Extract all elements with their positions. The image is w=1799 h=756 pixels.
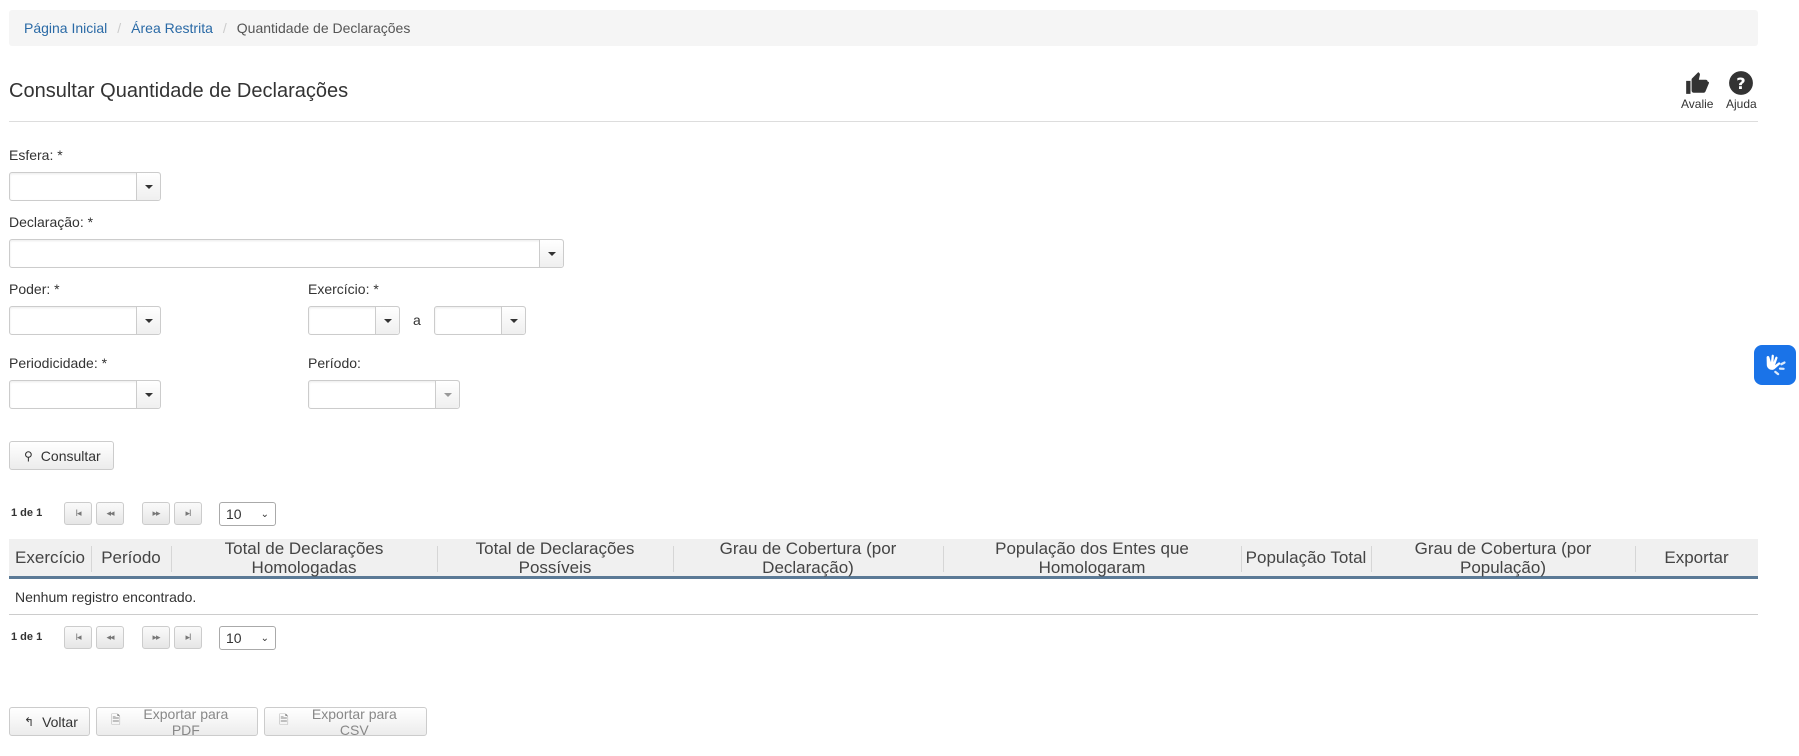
exercicio-range-separator: a xyxy=(413,312,421,328)
file-icon: 🗎 xyxy=(111,713,121,727)
rows-per-page-value: 10 xyxy=(226,630,242,646)
last-page-button[interactable]: ▸I xyxy=(174,502,202,525)
declaracao-label: Declaração: * xyxy=(9,214,94,230)
export-pdf-button[interactable]: 🗎 Exportar para PDF xyxy=(96,705,258,738)
exercicio-label: Exercício: * xyxy=(308,281,379,297)
consultar-button[interactable]: ⚲ Consultar xyxy=(9,441,114,470)
column-header-exercicio[interactable]: Exercício xyxy=(9,539,91,576)
breadcrumb-separator: / xyxy=(222,20,227,36)
accessibility-widget-button[interactable] xyxy=(1754,345,1796,385)
chevron-down-icon[interactable] xyxy=(501,307,525,334)
first-page-button[interactable]: I◂ xyxy=(64,626,92,649)
prev-page-button[interactable]: ◂◂ xyxy=(96,626,124,649)
help-button[interactable]: ? Ajuda xyxy=(1726,70,1757,111)
rate-button[interactable]: Avalie xyxy=(1681,70,1713,111)
column-header-exportar: Exportar xyxy=(1664,548,1729,567)
poder-select[interactable] xyxy=(9,306,161,335)
esfera-label: Esfera: * xyxy=(9,147,63,163)
export-csv-label: Exportar para CSV xyxy=(311,705,397,738)
rows-per-page-select[interactable]: 10 ⌄ xyxy=(219,626,276,650)
column-header-cobertura-populacao[interactable]: Grau de Cobertura (por População) xyxy=(1371,539,1635,577)
breadcrumb: Página Inicial / Área Restrita / Quantid… xyxy=(9,10,1758,46)
column-header-populacao-total[interactable]: População Total xyxy=(1241,539,1371,576)
chevron-down-icon: ⌄ xyxy=(260,633,269,644)
first-page-button[interactable]: I◂ xyxy=(64,502,92,525)
breadcrumb-restricted-link[interactable]: Área Restrita xyxy=(131,20,213,36)
svg-text:?: ? xyxy=(1737,74,1746,93)
column-header-populacao-homologaram[interactable]: População dos Entes que Homologaram xyxy=(943,539,1241,577)
chevron-down-icon[interactable] xyxy=(539,240,563,267)
last-page-button[interactable]: ▸I xyxy=(174,626,202,649)
page-title: Consultar Quantidade de Declarações xyxy=(9,80,349,102)
column-header-total-possiveis[interactable]: Total de Declarações Possíveis xyxy=(437,539,673,577)
chevron-down-icon[interactable] xyxy=(375,307,399,334)
chevron-down-icon[interactable] xyxy=(136,307,160,334)
export-pdf-label: Exportar para PDF xyxy=(143,705,229,738)
question-circle-icon: ? xyxy=(1729,71,1754,95)
empty-table-message: Nenhum registro encontrado. xyxy=(15,589,197,605)
periodo-label: Período: xyxy=(308,355,361,371)
rate-label: Avalie xyxy=(1681,97,1714,111)
periodicidade-label: Periodicidade: * xyxy=(9,355,108,371)
thumbs-up-icon xyxy=(1686,72,1710,94)
declaracao-select[interactable] xyxy=(9,239,564,268)
consultar-label: Consultar xyxy=(40,447,101,464)
chevron-down-icon: ⌄ xyxy=(260,509,269,520)
prev-page-button[interactable]: ◂◂ xyxy=(96,502,124,525)
back-button[interactable]: ↰ Voltar xyxy=(9,707,90,736)
chevron-down-icon[interactable] xyxy=(435,381,459,408)
chevron-down-icon[interactable] xyxy=(136,381,160,408)
periodicidade-select[interactable] xyxy=(9,380,161,409)
breadcrumb-separator: / xyxy=(117,20,122,36)
help-label: Ajuda xyxy=(1726,97,1757,111)
search-icon: ⚲ xyxy=(24,448,33,463)
table-row-divider xyxy=(9,614,1758,615)
title-divider xyxy=(9,121,1758,122)
exercicio-end-select[interactable] xyxy=(434,306,526,335)
breadcrumb-current: Quantidade de Declarações xyxy=(236,20,411,36)
rows-per-page-select[interactable]: 10 ⌄ xyxy=(219,502,276,526)
page-info: 1 de 1 xyxy=(11,507,43,519)
column-header-total-homologadas[interactable]: Total de Declarações Homologadas xyxy=(171,539,437,577)
export-csv-button[interactable]: 🗎 Exportar para CSV xyxy=(264,705,427,738)
periodo-select[interactable] xyxy=(308,380,460,409)
esfera-select[interactable] xyxy=(9,172,161,201)
page-info: 1 de 1 xyxy=(11,631,43,643)
breadcrumb-home-link[interactable]: Página Inicial xyxy=(24,20,107,36)
poder-label: Poder: * xyxy=(9,281,60,297)
table-header: Exercício Período Total de Declarações H… xyxy=(9,539,1758,579)
back-label: Voltar xyxy=(42,713,78,730)
column-header-periodo[interactable]: Período xyxy=(91,539,171,576)
next-page-button[interactable]: ▸▸ xyxy=(142,626,170,649)
exercicio-start-select[interactable] xyxy=(308,306,400,335)
back-arrow-icon: ↰ xyxy=(24,714,35,729)
rows-per-page-value: 10 xyxy=(226,506,242,522)
chevron-down-icon[interactable] xyxy=(136,173,160,200)
file-icon: 🗎 xyxy=(279,713,289,727)
column-header-cobertura-declaracao[interactable]: Grau de Cobertura (por Declaração) xyxy=(673,539,943,577)
next-page-button[interactable]: ▸▸ xyxy=(142,502,170,525)
sign-language-hands-icon xyxy=(1766,354,1786,376)
